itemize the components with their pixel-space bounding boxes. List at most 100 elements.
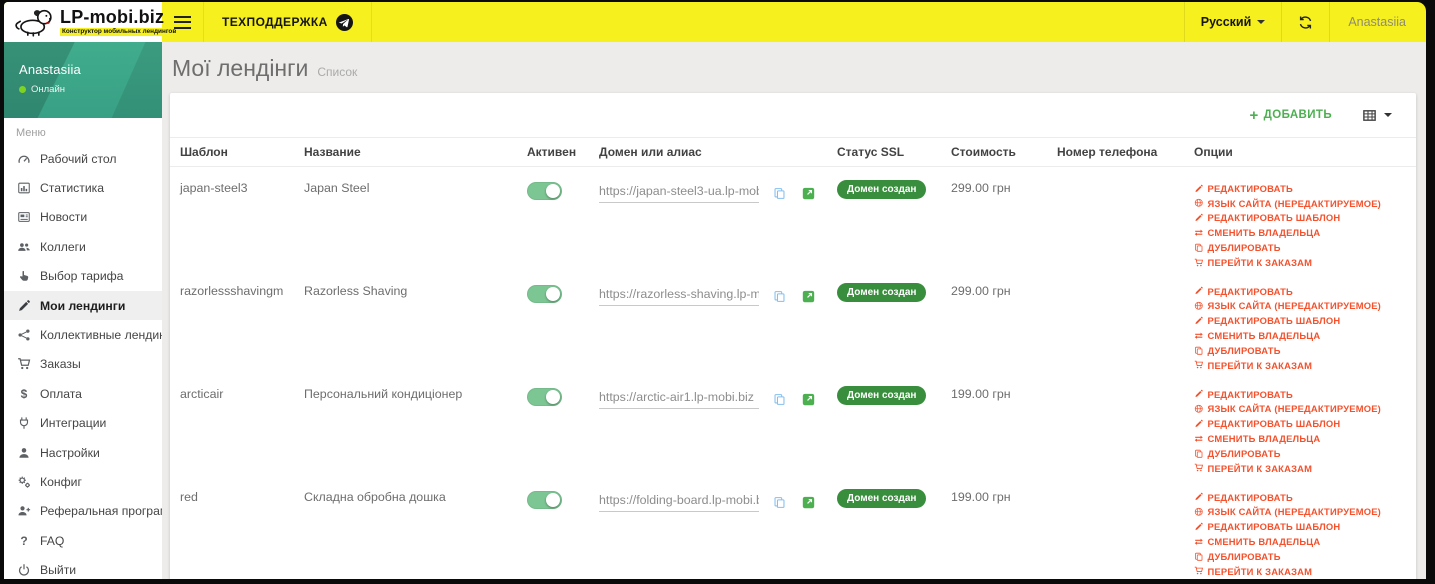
sidebar-item-collective-landings[interactable]: Коллективные лендинги <box>4 320 162 349</box>
sidebar-toggle-button[interactable] <box>162 2 204 42</box>
sidebar-item-config[interactable]: Конфиг <box>4 467 162 496</box>
collective-landings-icon <box>17 328 31 342</box>
active-toggle[interactable] <box>527 387 562 406</box>
payment-icon: $ <box>20 386 28 401</box>
ssl-status-badge: Домен создан <box>837 180 927 199</box>
option-change-owner[interactable]: СМЕНИТЬ ВЛАДЕЛЬЦА <box>1194 328 1412 343</box>
domain-input[interactable] <box>599 184 759 203</box>
option-site-language[interactable]: ЯЗЫК САЙТА (НЕРЕДАКТИРУЕМОЕ) <box>1194 299 1412 314</box>
tariff-icon <box>17 269 31 283</box>
col-header-name: Название <box>300 137 523 167</box>
domain-input[interactable] <box>599 389 759 409</box>
option-go-to-orders[interactable]: ПЕРЕЙТИ К ЗАКАЗАМ <box>1194 358 1412 373</box>
option-edit[interactable]: РЕДАКТИРОВАТЬ <box>1194 181 1412 196</box>
news-icon <box>17 210 31 224</box>
language-icon <box>1194 198 1204 208</box>
option-change-owner[interactable]: СМЕНИТЬ ВЛАДЕЛЬЦА <box>1194 225 1412 240</box>
sidebar-item-payment[interactable]: $ Оплата <box>4 379 162 408</box>
cell-phone <box>1053 373 1190 476</box>
page-title: Мої лендінги <box>172 55 309 81</box>
sidebar-user-panel: Anastasiia Онлайн <box>4 42 162 118</box>
external-link-icon[interactable] <box>802 393 815 406</box>
dog-logo-icon <box>12 6 56 38</box>
sidebar-item-my-landings[interactable]: Мои лендинги <box>4 290 162 321</box>
logout-icon <box>17 563 31 577</box>
active-toggle[interactable] <box>527 182 562 200</box>
option-edit-template[interactable]: РЕДАКТИРОВАТЬ ШАБЛОН <box>1194 519 1412 534</box>
option-duplicate[interactable]: ДУБЛИРОВАТЬ <box>1194 446 1412 461</box>
language-icon <box>1194 301 1204 311</box>
sidebar-item-colleagues[interactable]: Коллеги <box>4 232 162 261</box>
domain-input[interactable] <box>599 492 759 512</box>
option-edit-template[interactable]: РЕДАКТИРОВАТЬ ШАБЛОН <box>1194 416 1412 431</box>
active-toggle[interactable] <box>527 284 562 303</box>
copy-icon[interactable] <box>773 290 786 303</box>
option-edit[interactable]: РЕДАКТИРОВАТЬ <box>1194 490 1412 505</box>
cell-template: arcticair <box>180 386 224 401</box>
active-toggle[interactable] <box>527 490 562 509</box>
topbar: LP-mobi.biz Конструктор мобильных лендин… <box>4 2 1426 42</box>
option-go-to-orders[interactable]: ПЕРЕЙТИ К ЗАКАЗАМ <box>1194 564 1412 579</box>
option-site-language[interactable]: ЯЗЫК САЙТА (НЕРЕДАКТИРУЕМОЕ) <box>1194 505 1412 520</box>
cell-price: 199.00 грн <box>951 386 1011 401</box>
sidebar-item-integrations[interactable]: Интеграции <box>4 409 162 438</box>
sidebar-item-news[interactable]: Новости <box>4 203 162 232</box>
cell-template: razorlessshavingm <box>180 283 284 298</box>
table-header-row: Шаблон Название Активен Домен или алиас … <box>170 137 1416 167</box>
plus-icon: + <box>1249 106 1259 124</box>
cell-phone <box>1053 476 1190 579</box>
external-link-icon[interactable] <box>802 187 815 200</box>
option-duplicate[interactable]: ДУБЛИРОВАТЬ <box>1194 240 1412 255</box>
online-status-label: Онлайн <box>31 84 66 95</box>
option-edit[interactable]: РЕДАКТИРОВАТЬ <box>1194 387 1412 402</box>
copy-icon[interactable] <box>773 496 786 509</box>
sidebar-item-logout[interactable]: Выйти <box>4 555 162 579</box>
view-mode-dropdown[interactable] <box>1362 108 1392 123</box>
option-site-language[interactable]: ЯЗЫК САЙТА (НЕРЕДАКТИРУЕМОЕ) <box>1194 402 1412 417</box>
support-button[interactable]: ТЕХПОДДЕРЖКА <box>204 2 372 42</box>
option-change-owner[interactable]: СМЕНИТЬ ВЛАДЕЛЬЦА <box>1194 431 1412 446</box>
add-landing-button[interactable]: + ДОБАВИТЬ <box>1249 108 1332 123</box>
edit-icon <box>1194 316 1204 326</box>
copy-icon[interactable] <box>773 187 786 200</box>
option-change-owner[interactable]: СМЕНИТЬ ВЛАДЕЛЬЦА <box>1194 534 1412 549</box>
sidebar-item-statistics[interactable]: Статистика <box>4 173 162 202</box>
sidebar-item-settings[interactable]: Настройки <box>4 438 162 467</box>
option-site-language[interactable]: ЯЗЫК САЙТА (НЕРЕДАКТИРУЕМОЕ) <box>1194 196 1412 211</box>
option-duplicate[interactable]: ДУБЛИРОВАТЬ <box>1194 343 1412 358</box>
topbar-username[interactable]: Anastasiia <box>1329 2 1426 42</box>
logo[interactable]: LP-mobi.biz Конструктор мобильных лендин… <box>4 2 179 42</box>
cell-template: red <box>180 489 198 504</box>
cell-options: РЕДАКТИРОВАТЬ ЯЗЫК САЙТА (НЕРЕДАКТИРУЕМО… <box>1190 270 1416 373</box>
landings-card: + ДОБАВИТЬ Шаблон Название Активен Домен… <box>170 93 1416 579</box>
external-link-icon[interactable] <box>802 496 815 509</box>
sidebar-item-dashboard[interactable]: Рабочий стол <box>4 144 162 173</box>
sidebar-item-referral[interactable]: Реферальная программа <box>4 497 162 526</box>
sidebar-item-tariff[interactable]: Выбор тарифа <box>4 262 162 291</box>
option-edit[interactable]: РЕДАКТИРОВАТЬ <box>1194 284 1412 299</box>
domain-input[interactable] <box>599 286 759 306</box>
cell-phone <box>1053 270 1190 373</box>
language-label: Русский <box>1200 15 1252 29</box>
language-dropdown[interactable]: Русский <box>1183 2 1282 42</box>
option-edit-template[interactable]: РЕДАКТИРОВАТЬ ШАБЛОН <box>1194 211 1412 226</box>
option-edit-template[interactable]: РЕДАКТИРОВАТЬ ШАБЛОН <box>1194 313 1412 328</box>
table-row: arcticair Персональний кондиціонер Домен… <box>170 373 1416 476</box>
sidebar-item-orders[interactable]: Заказы <box>4 350 162 379</box>
refresh-button[interactable] <box>1281 2 1329 42</box>
cell-price: 299.00 грн <box>951 283 1011 298</box>
col-header-domain: Домен или алиас <box>595 137 833 167</box>
sidebar: Anastasiia Онлайн Меню Рабочий стол Стат… <box>4 42 162 579</box>
copy-icon[interactable] <box>773 393 786 406</box>
sidebar-item-faq[interactable]: ? FAQ <box>4 526 162 555</box>
table-row: razorlessshavingm Razorless Shaving Доме… <box>170 270 1416 373</box>
external-link-icon[interactable] <box>802 290 815 303</box>
option-go-to-orders[interactable]: ПЕРЕЙТИ К ЗАКАЗАМ <box>1194 461 1412 476</box>
language-icon <box>1194 507 1204 517</box>
page-subtitle: Список <box>317 65 358 79</box>
duplicate-icon <box>1194 346 1204 356</box>
edit-icon <box>1194 213 1204 223</box>
option-duplicate[interactable]: ДУБЛИРОВАТЬ <box>1194 549 1412 564</box>
integrations-icon <box>17 416 31 430</box>
option-go-to-orders[interactable]: ПЕРЕЙТИ К ЗАКАЗАМ <box>1194 255 1412 270</box>
